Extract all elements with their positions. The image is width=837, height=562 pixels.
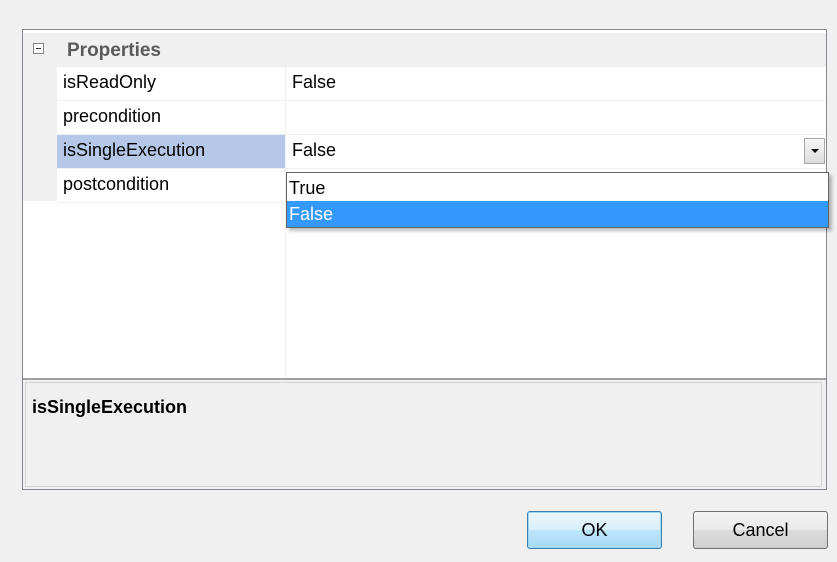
- dropdown-arrow-icon[interactable]: [804, 138, 825, 164]
- cancel-button[interactable]: Cancel: [693, 511, 828, 549]
- ok-button[interactable]: OK: [527, 511, 662, 549]
- help-pane: isSingleExecution: [23, 378, 826, 489]
- dropdown-option-false[interactable]: False: [287, 201, 828, 227]
- collapse-minus-icon[interactable]: [33, 43, 44, 54]
- property-value[interactable]: False: [286, 67, 826, 100]
- property-name[interactable]: precondition: [57, 101, 285, 134]
- properties-dialog: Properties isReadOnly False precondition…: [0, 0, 837, 562]
- category-label: Properties: [67, 40, 161, 61]
- help-title: isSingleExecution: [32, 397, 188, 417]
- help-pane-inner: isSingleExecution: [25, 382, 822, 487]
- property-value-editor[interactable]: False: [286, 135, 826, 168]
- property-value[interactable]: [286, 101, 826, 134]
- property-name[interactable]: isReadOnly: [57, 67, 285, 100]
- property-value-text[interactable]: False: [292, 140, 336, 160]
- property-grid: Properties isReadOnly False precondition…: [22, 29, 827, 490]
- dropdown-option-true[interactable]: True: [287, 175, 828, 201]
- category-row-properties[interactable]: Properties: [23, 33, 826, 67]
- property-row-issingleexecution[interactable]: isSingleExecution False: [57, 135, 826, 169]
- property-row-isreadonly[interactable]: isReadOnly False: [57, 67, 826, 101]
- grid-left-margin: [23, 67, 57, 201]
- dropdown-list[interactable]: True False: [286, 172, 829, 228]
- property-row-precondition[interactable]: precondition: [57, 101, 826, 135]
- property-name[interactable]: isSingleExecution: [57, 135, 285, 168]
- property-name[interactable]: postcondition: [57, 169, 285, 202]
